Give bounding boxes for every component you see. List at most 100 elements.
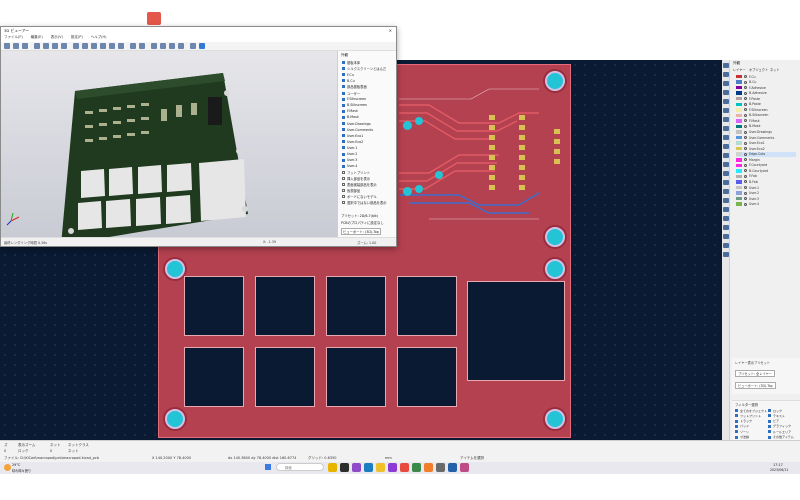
layer-row[interactable]: F.Cu	[736, 74, 796, 79]
viewer-layer-row[interactable]: 表面実装部品を表示	[342, 182, 377, 187]
export-icon[interactable]	[22, 43, 28, 49]
layer-checkbox[interactable]	[342, 201, 345, 205]
filter-item[interactable]: ゾーン	[735, 429, 749, 434]
viewer-layer-row[interactable]: User.Eco2	[342, 139, 363, 144]
filter-checkbox[interactable]	[735, 424, 738, 428]
app-icon[interactable]	[388, 463, 397, 472]
visibility-eye-icon[interactable]	[744, 124, 747, 128]
filter-item[interactable]: ロック	[768, 408, 782, 413]
3d-model-icon[interactable]	[190, 43, 196, 49]
filter-checkbox[interactable]	[735, 435, 738, 439]
filter-item[interactable]: グラフィック	[768, 424, 791, 429]
visibility-eye-icon[interactable]	[744, 141, 747, 145]
layer-row[interactable]: User.4	[736, 202, 796, 207]
add-zone-icon[interactable]	[723, 117, 729, 122]
layer-row[interactable]: User.3	[736, 196, 796, 201]
filter-item[interactable]: ルールエリア	[768, 429, 791, 434]
viewer-layer-row[interactable]: User.2	[342, 152, 357, 157]
layer-row[interactable]: B.Fab	[736, 179, 796, 184]
visibility-eye-icon[interactable]	[744, 186, 747, 189]
layer-checkbox[interactable]	[342, 91, 345, 95]
layer-row[interactable]: F.Adhesive	[736, 85, 796, 90]
grid-origin-icon[interactable]	[723, 234, 729, 239]
tune-length-icon[interactable]	[723, 99, 729, 104]
layer-checkbox[interactable]	[342, 152, 345, 156]
mounting-hole[interactable]	[545, 259, 565, 279]
layer-row[interactable]: User.1	[736, 185, 796, 190]
layer-checkbox[interactable]	[342, 134, 345, 138]
rotate-z-ccw-icon[interactable]	[100, 43, 106, 49]
rotate-x-ccw-icon[interactable]	[109, 43, 115, 49]
viewer-layer-row[interactable]: 仮想部品	[342, 188, 360, 193]
rotate-y-icon[interactable]	[82, 43, 88, 49]
visibility-eye-icon[interactable]	[744, 152, 747, 156]
render-icon[interactable]	[4, 43, 10, 49]
app-icon[interactable]	[340, 463, 349, 472]
menu-help[interactable]: ヘルプ(H)	[91, 35, 107, 42]
filter-checkbox[interactable]	[768, 414, 771, 418]
close-icon[interactable]: ✕	[389, 28, 392, 33]
app-icon[interactable]	[364, 463, 373, 472]
mounting-hole[interactable]	[545, 71, 565, 91]
layer-color-swatch[interactable]	[736, 180, 742, 184]
widgets-icon[interactable]	[328, 463, 337, 472]
select-tool-icon[interactable]	[723, 63, 729, 68]
layer-row[interactable]: B.Paste	[736, 102, 796, 107]
viewer-titlebar[interactable]: 3D ビューアー	[1, 27, 396, 35]
layer-checkbox[interactable]	[342, 109, 345, 113]
layer-row[interactable]: F.Courtyard	[736, 163, 796, 168]
layer-color-swatch[interactable]	[736, 163, 742, 168]
filter-item[interactable]: トラック	[735, 419, 752, 424]
viewer-layer-row[interactable]: User.Drawings	[342, 121, 371, 126]
visibility-eye-icon[interactable]	[744, 113, 747, 117]
highlight-net-icon[interactable]	[723, 72, 729, 77]
viewer-layer-row[interactable]: 選択中ではない部品を表示	[342, 200, 387, 205]
viewport-select[interactable]: ビューポート: (3D)-Top	[735, 382, 776, 389]
layer-row[interactable]: User.Drawings	[736, 130, 796, 135]
visibility-eye-icon[interactable]	[744, 108, 747, 112]
origin-icon[interactable]	[723, 225, 729, 230]
zoom-out-icon[interactable]	[52, 43, 58, 49]
layer-color-swatch[interactable]	[736, 96, 742, 101]
rotate-z-icon[interactable]	[91, 43, 97, 49]
filter-checkbox[interactable]	[768, 419, 771, 423]
viewer-layer-row[interactable]: User.4	[342, 164, 357, 169]
layer-color-swatch[interactable]	[736, 141, 742, 145]
3d-render-view[interactable]	[1, 51, 337, 245]
mounting-hole[interactable]	[545, 227, 565, 247]
viewer-layer-row[interactable]: 基板本体	[342, 60, 360, 65]
layer-row[interactable]: User.Comments	[736, 135, 796, 140]
layer-color-swatch[interactable]	[736, 91, 742, 95]
rotate-y-ccw-icon[interactable]	[118, 43, 124, 49]
visibility-eye-icon[interactable]	[744, 197, 747, 201]
weather-icon[interactable]	[4, 464, 11, 471]
app-icon[interactable]	[412, 463, 421, 472]
route-diff-icon[interactable]	[723, 90, 729, 95]
visibility-eye-icon[interactable]	[744, 80, 747, 84]
recording-icon[interactable]	[147, 12, 161, 25]
layer-row[interactable]: B.Cu	[736, 80, 796, 85]
layer-color-swatch[interactable]	[736, 80, 742, 84]
menu-file[interactable]: ファイル(F)	[4, 35, 23, 42]
viewer-layer-row[interactable]: User.1	[342, 145, 357, 150]
visibility-eye-icon[interactable]	[744, 130, 747, 134]
filter-checkbox[interactable]	[735, 409, 738, 412]
visibility-eye-icon[interactable]	[744, 147, 747, 151]
layer-color-swatch[interactable]	[736, 102, 742, 106]
flip-icon[interactable]	[130, 43, 136, 49]
visibility-eye-icon[interactable]	[744, 86, 747, 90]
down-arrow-icon[interactable]	[178, 43, 184, 49]
app-icon[interactable]	[352, 463, 361, 472]
viewer-layer-row[interactable]: シルクスクリーンとはんだ	[342, 66, 386, 71]
textbox-icon[interactable]	[723, 198, 729, 203]
visibility-eye-icon[interactable]	[744, 91, 747, 95]
layer-color-swatch[interactable]	[736, 108, 742, 112]
left-arrow-icon[interactable]	[151, 43, 157, 49]
layer-checkbox[interactable]	[342, 158, 345, 162]
layer-checkbox[interactable]	[342, 170, 345, 174]
tab-layers[interactable]: レイヤー	[733, 67, 746, 72]
layer-checkbox[interactable]	[342, 176, 345, 180]
filter-item[interactable]: 寸法線	[735, 435, 749, 440]
layer-checkbox[interactable]	[342, 183, 345, 186]
visibility-eye-icon[interactable]	[744, 174, 747, 178]
